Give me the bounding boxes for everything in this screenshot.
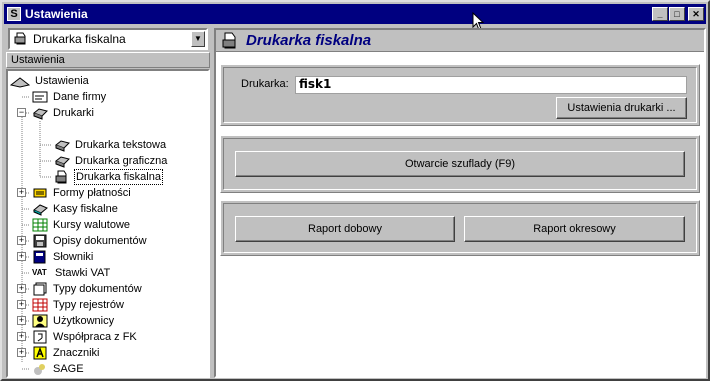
link-icon [33, 330, 47, 344]
right-header: Drukarka fiskalna [216, 30, 704, 52]
title-bar[interactable]: S Ustawienia _ □ ✕ [4, 4, 706, 24]
tree-item-wspolpraca-fk[interactable]: Współpraca z FK [32, 329, 138, 345]
app-icon[interactable]: S [7, 7, 21, 21]
printer-icon [55, 156, 70, 168]
grid-icon [32, 298, 48, 312]
tree-item-formy-platnosci[interactable]: Formy płatności [32, 185, 132, 201]
left-pane: Drukarka fiskalna ▼ Ustawienia Ustawieni… [6, 28, 210, 378]
tree-item-drukarka-tekstowa[interactable]: Drukarka tekstowa [54, 137, 167, 153]
expand-icon[interactable]: + [17, 252, 26, 261]
expand-icon[interactable]: + [17, 348, 26, 357]
users-icon [32, 314, 48, 328]
tag-icon [33, 346, 47, 360]
combo-value: Drukarka fiskalna [33, 32, 126, 46]
tree-item-dane-firmy[interactable]: Dane firmy [32, 89, 107, 105]
settings-tree: Ustawienia Dane firmy − Drukarki Drukark… [6, 69, 210, 378]
tree-item-stawki-vat[interactable]: VAT Stawki VAT [32, 265, 111, 281]
sage-icon [34, 364, 45, 375]
disk-icon [33, 234, 47, 248]
drukarka-label: Drukarka: [241, 78, 289, 90]
printer-group: Drukarka: fisk1 Ustawienia drukarki ... [220, 64, 700, 126]
tree-item-drukarka-graficzna[interactable]: Drukarka graficzna [54, 153, 168, 169]
close-button[interactable]: ✕ [688, 7, 704, 21]
vat-icon: VAT [32, 268, 47, 277]
chevron-down-icon[interactable]: ▼ [191, 31, 205, 47]
tree-item-znaczniki[interactable]: Znaczniki [32, 345, 100, 361]
tree-item-kasy-fiskalne[interactable]: Kasy fiskalne [32, 201, 119, 217]
tree-item-drukarka-fiskalna[interactable]: Drukarka fiskalna [54, 169, 163, 185]
tree-item-drukarki[interactable]: Drukarki [32, 105, 95, 121]
page-title: Drukarka fiskalna [246, 32, 372, 49]
doc-icon [33, 282, 47, 296]
computer-icon [10, 77, 30, 88]
book-icon [33, 250, 46, 264]
pane-header: Ustawienia [6, 52, 210, 68]
daily-report-button[interactable]: Raport dobowy [235, 216, 455, 242]
minimize-button[interactable]: _ [652, 7, 668, 21]
card-icon [32, 91, 48, 103]
printer-icon [14, 32, 26, 45]
tree-item-ustawienia[interactable]: Ustawienia [10, 73, 90, 89]
table-icon [32, 218, 48, 232]
settings-window: S Ustawienia _ □ ✕ Drukarka fiskalna ▼ U… [0, 0, 710, 381]
tree-item-typy-rejestrow[interactable]: Typy rejestrów [32, 297, 125, 313]
printer-icon [55, 140, 70, 152]
reports-group: Raport dobowy Raport okresowy [220, 200, 700, 256]
section-combobox[interactable]: Drukarka fiskalna ▼ [8, 28, 208, 50]
tree-item-kursy-walutowe[interactable]: Kursy walutowe [32, 217, 131, 233]
expand-icon[interactable]: + [17, 332, 26, 341]
period-report-button[interactable]: Raport okresowy [464, 216, 685, 242]
cash-register-icon [33, 204, 48, 216]
fiscal-printer-icon [55, 170, 67, 184]
open-drawer-button[interactable]: Otwarcie szuflady (F9) [235, 151, 685, 177]
printer-settings-button[interactable]: Ustawienia drukarki ... [556, 97, 687, 119]
window-title: Ustawienia [25, 7, 88, 21]
printer-field[interactable]: fisk1 [295, 76, 687, 94]
tree-item-opisy-dokumentow[interactable]: Opisy dokumentów [32, 233, 148, 249]
expand-icon[interactable]: + [17, 236, 26, 245]
money-icon [33, 188, 47, 198]
drawer-group: Otwarcie szuflady (F9) [220, 135, 700, 193]
tree-item-sage[interactable]: SAGE [32, 361, 85, 376]
expand-icon[interactable]: + [17, 284, 26, 293]
collapse-icon[interactable]: − [17, 108, 26, 117]
tree-item-typy-dokumentow[interactable]: Typy dokumentów [32, 281, 143, 297]
printer-icon [33, 108, 48, 120]
tree-item-slowniki[interactable]: Słowniki [32, 249, 94, 265]
expand-icon[interactable]: + [17, 316, 26, 325]
expand-icon[interactable]: + [17, 188, 26, 197]
expand-icon[interactable]: + [17, 300, 26, 309]
fiscal-printer-icon [222, 32, 236, 48]
right-pane: Drukarka fiskalna Drukarka: fisk1 Ustawi… [214, 28, 706, 378]
tree-item-uzytkownicy[interactable]: Użytkownicy [32, 313, 115, 329]
maximize-button[interactable]: □ [669, 7, 685, 21]
